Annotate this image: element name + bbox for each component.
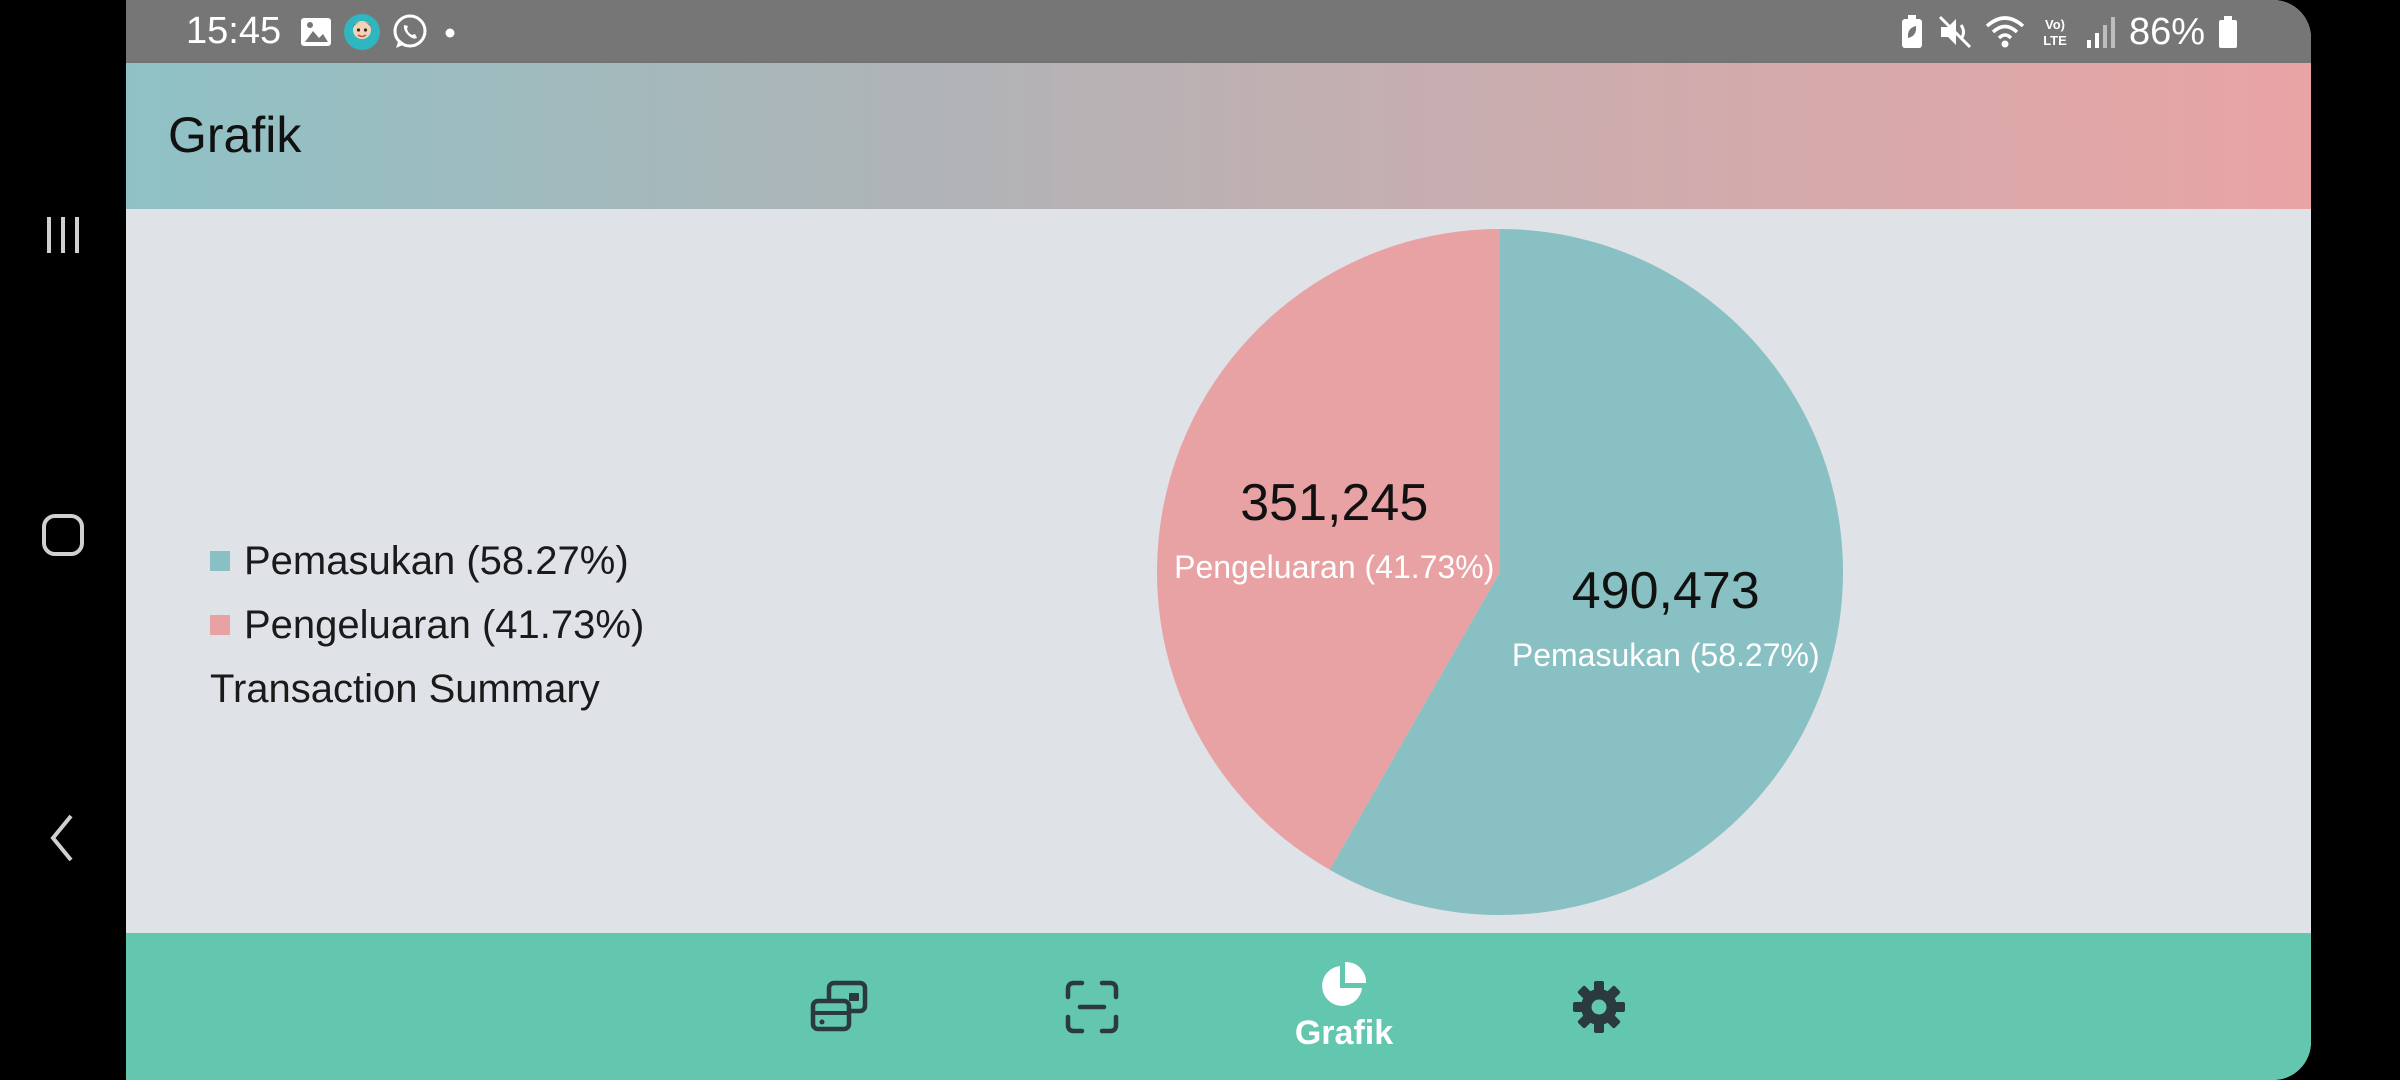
whatsapp-icon xyxy=(393,14,427,48)
status-time: 15:45 xyxy=(186,10,282,52)
home-icon xyxy=(42,514,84,556)
nav-grafik[interactable]: Grafik xyxy=(1274,933,1414,1080)
status-bar: 15:45 Vo) LTE 86% xyxy=(126,0,2311,63)
nav-settings[interactable] xyxy=(1529,933,1669,1080)
recent-apps-button[interactable] xyxy=(0,205,126,265)
bottom-navigation: Grafik xyxy=(126,933,2311,1080)
battery-icon xyxy=(2219,16,2237,48)
app-bar: Grafik xyxy=(126,63,2311,209)
mute-icon xyxy=(1938,15,1971,49)
battery-percent: 86% xyxy=(2128,11,2205,53)
nav-scan[interactable] xyxy=(1022,933,1162,1080)
pie-value-label-0: 490,473 xyxy=(1572,562,1760,620)
back-button[interactable] xyxy=(0,808,126,868)
dot-icon xyxy=(445,28,455,38)
pie-chart-icon xyxy=(1322,961,1367,1006)
battery-saver-icon xyxy=(1901,15,1922,48)
settings-icon xyxy=(1573,980,1625,1033)
back-chevron-icon xyxy=(50,814,73,862)
nav-transactions[interactable] xyxy=(769,933,909,1080)
chart-content: Pemasukan (58.27%) Pengeluaran (41.73%) … xyxy=(126,209,2311,933)
pie-category-label-1: Pengeluaran (41.73%) xyxy=(1174,549,1494,585)
pie-value-label-1: 351,245 xyxy=(1240,474,1428,532)
avatar-app-icon xyxy=(344,14,380,50)
transactions-icon xyxy=(810,980,868,1031)
pie-chart[interactable]: 490,473 Pemasukan (58.27%) 351,245 Pengelua… xyxy=(126,209,2311,933)
svg-text:Vo): Vo) xyxy=(2045,17,2065,32)
wifi-icon xyxy=(1985,16,2025,48)
svg-text:LTE: LTE xyxy=(2043,33,2067,48)
gallery-icon xyxy=(301,18,331,46)
scan-icon xyxy=(1065,980,1119,1033)
system-navigation-bar xyxy=(0,0,126,1080)
device-screen: 15:45 Vo) LTE 86% Grafik Pemasukan (58.2… xyxy=(126,0,2311,1080)
signal-icon xyxy=(2086,17,2115,48)
page-title: Grafik xyxy=(168,107,302,163)
recent-apps-icon xyxy=(47,217,79,253)
nav-grafik-label: Grafik xyxy=(1294,1014,1394,1052)
home-button[interactable] xyxy=(0,505,126,565)
volte-icon: Vo) LTE xyxy=(2043,17,2067,48)
pie-category-label-0: Pemasukan (58.27%) xyxy=(1512,637,1820,673)
